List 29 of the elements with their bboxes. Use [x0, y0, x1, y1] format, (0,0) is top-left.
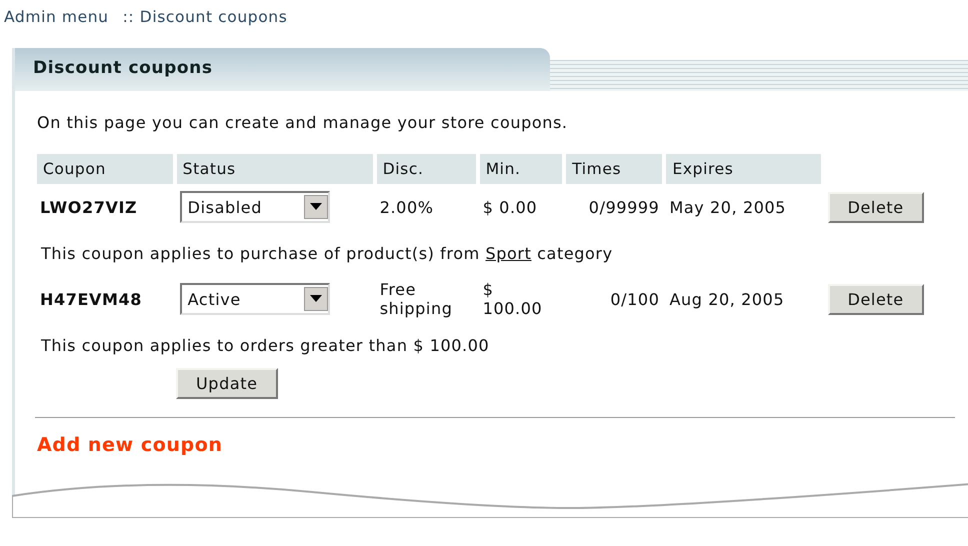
column-header: Coupon: [37, 154, 173, 184]
add-coupon-link[interactable]: Add new coupon: [37, 434, 223, 456]
breadcrumb-link[interactable]: Admin menu: [4, 8, 109, 30]
minimum-cell-text: $ 100.00: [482, 279, 544, 320]
panel-title: Discount coupons: [15, 48, 550, 91]
column-header: Status: [176, 154, 373, 184]
delete-button[interactable]: Delete: [828, 192, 924, 222]
times-cell-text: 0/100: [609, 288, 660, 310]
intro-text: On this page you can create and manage your store coupons.: [37, 113, 569, 132]
column-header: Times: [566, 154, 662, 184]
breadcrumb-current: :: Discount coupons: [122, 8, 288, 28]
coupon-code: LWO27VIZ: [39, 196, 138, 218]
status-select[interactable]: Active: [180, 283, 330, 315]
column-header: Min.: [480, 154, 562, 184]
status-select[interactable]: Disabled: [180, 191, 330, 223]
coupon-code: H47EVM48: [39, 288, 143, 310]
update-button[interactable]: Update: [176, 368, 278, 399]
discount-cell-text: 2.00%: [378, 196, 435, 218]
expires-cell-text: Aug 20, 2005: [668, 288, 786, 310]
minimum-cell-text: $ 0.00: [482, 196, 538, 218]
expires-cell-text: May 20, 2005: [668, 196, 788, 218]
category-link[interactable]: Sport: [486, 244, 532, 262]
coupon-note: This coupon applies to purchase of product(s) from Sport category: [41, 244, 613, 262]
delete-button[interactable]: Delete: [828, 284, 924, 314]
times-cell-text: 0/99999: [588, 196, 660, 218]
column-header: Expires: [666, 154, 821, 184]
coupon-note: This coupon applies to orders greater than $ 100.00: [41, 336, 490, 354]
column-header: Disc.: [376, 154, 476, 184]
discount-cell-text: Free shipping: [378, 279, 454, 320]
